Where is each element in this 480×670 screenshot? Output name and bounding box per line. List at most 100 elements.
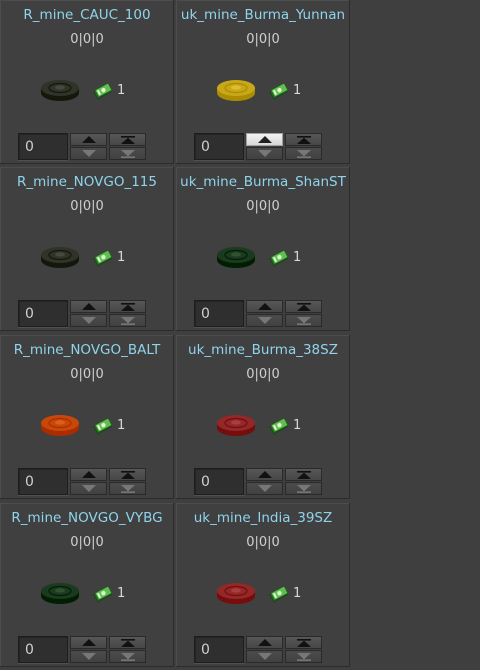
arrow-up-icon <box>257 303 272 310</box>
unit-counts: 0|0|0 <box>70 535 104 550</box>
unit-name: R_mine_NOVGO_115 <box>17 174 157 190</box>
unit-name: R_mine_NOVGO_VYBG <box>11 510 163 526</box>
arrow-down-icon <box>81 150 96 157</box>
quantity-input[interactable] <box>194 468 244 495</box>
arrow-down-icon <box>257 653 272 660</box>
increment-max-button[interactable] <box>109 300 146 313</box>
decrement-min-button[interactable] <box>285 147 322 160</box>
unit-card: R_mine_NOVGO_VYBG 0|0|0 1 <box>0 503 174 667</box>
arrow-min-icon <box>296 316 311 325</box>
decrement-min-button[interactable] <box>285 314 322 327</box>
increment-max-button[interactable] <box>285 300 322 313</box>
arrow-up-icon <box>81 136 96 143</box>
mine-icon <box>217 415 255 436</box>
arrow-down-icon <box>257 485 272 492</box>
decrement-min-button[interactable] <box>109 314 146 327</box>
unit-purchase-grid: R_mine_CAUC_100 0|0|0 1 0 uk_mine_Burma_… <box>0 0 480 670</box>
increment-button[interactable] <box>70 468 107 481</box>
arrow-down-icon <box>81 485 96 492</box>
mine-icon <box>217 247 255 268</box>
increment-max-button[interactable] <box>109 133 146 146</box>
increment-button[interactable] <box>246 300 283 313</box>
increment-max-button[interactable] <box>109 636 146 649</box>
decrement-button[interactable] <box>70 314 107 327</box>
mine-icon <box>41 247 79 268</box>
unit-name: uk_mine_Burma_38SZ <box>188 342 338 358</box>
unit-card: R_mine_NOVGO_BALT 0|0|0 1 <box>0 335 174 499</box>
decrement-button[interactable] <box>70 650 107 663</box>
decrement-min-button[interactable] <box>285 650 322 663</box>
arrow-up-icon <box>257 639 272 646</box>
money-icon <box>93 251 113 266</box>
increment-button[interactable] <box>246 468 283 481</box>
arrow-up-icon <box>81 471 96 478</box>
unit-card: R_mine_NOVGO_115 0|0|0 1 <box>0 167 174 331</box>
increment-button[interactable] <box>246 133 283 146</box>
increment-button[interactable] <box>70 300 107 313</box>
quantity-input[interactable] <box>18 636 68 663</box>
arrow-min-icon <box>120 484 135 493</box>
increment-button[interactable] <box>70 636 107 649</box>
arrow-down-icon <box>257 317 272 324</box>
decrement-min-button[interactable] <box>109 482 146 495</box>
arrow-min-icon <box>120 316 135 325</box>
arrow-max-icon <box>296 470 311 479</box>
unit-cost: 1 <box>293 586 302 601</box>
quantity-input[interactable] <box>18 133 68 160</box>
quantity-input[interactable] <box>194 133 244 160</box>
unit-counts: 0|0|0 <box>70 367 104 382</box>
arrow-max-icon <box>296 302 311 311</box>
arrow-up-icon <box>81 303 96 310</box>
decrement-button[interactable] <box>246 314 283 327</box>
unit-name: R_mine_NOVGO_BALT <box>13 342 161 358</box>
unit-counts: 0|0|0 <box>246 199 280 214</box>
mine-icon <box>41 415 79 436</box>
unit-counts: 0|0|0 <box>246 32 280 47</box>
decrement-button[interactable] <box>246 650 283 663</box>
arrow-min-icon <box>120 652 135 661</box>
arrow-up-icon <box>81 639 96 646</box>
mine-icon <box>41 80 79 101</box>
money-icon <box>93 419 113 434</box>
unit-name: uk_mine_Burma_Yunnan <box>180 7 346 23</box>
money-icon <box>269 587 289 602</box>
unit-counts: 0|0|0 <box>246 535 280 550</box>
unit-cost: 1 <box>293 83 302 98</box>
quantity-input[interactable] <box>194 300 244 327</box>
arrow-up-icon <box>257 136 272 143</box>
increment-max-button[interactable] <box>109 468 146 481</box>
arrow-max-icon <box>296 638 311 647</box>
arrow-max-icon <box>296 135 311 144</box>
unit-counts: 0|0|0 <box>70 32 104 47</box>
money-icon <box>93 84 113 99</box>
increment-max-button[interactable] <box>285 468 322 481</box>
unit-cost: 1 <box>293 250 302 265</box>
decrement-button[interactable] <box>246 482 283 495</box>
decrement-min-button[interactable] <box>285 482 322 495</box>
arrow-down-icon <box>81 317 96 324</box>
decrement-button[interactable] <box>246 147 283 160</box>
arrow-min-icon <box>296 652 311 661</box>
unit-counts: 0|0|0 <box>70 199 104 214</box>
increment-button[interactable] <box>246 636 283 649</box>
money-icon <box>93 587 113 602</box>
quantity-input[interactable] <box>194 636 244 663</box>
unit-card: uk_mine_Burma_ShanST 0|0|0 1 <box>176 167 350 331</box>
arrow-min-icon <box>120 149 135 158</box>
mine-icon <box>217 583 255 604</box>
unit-card: uk_mine_India_39SZ 0|0|0 1 <box>176 503 350 667</box>
mine-icon <box>41 583 79 604</box>
decrement-button[interactable] <box>70 482 107 495</box>
increment-max-button[interactable] <box>285 636 322 649</box>
increment-max-button[interactable] <box>285 133 322 146</box>
arrow-max-icon <box>120 638 135 647</box>
decrement-min-button[interactable] <box>109 147 146 160</box>
increment-button[interactable] <box>70 133 107 146</box>
quantity-input[interactable] <box>18 300 68 327</box>
unit-cost: 1 <box>117 418 126 433</box>
unit-cost: 1 <box>117 83 126 98</box>
unit-card: uk_mine_Burma_Yunnan 0|0|0 1 <box>176 0 350 164</box>
decrement-button[interactable] <box>70 147 107 160</box>
quantity-input[interactable] <box>18 468 68 495</box>
decrement-min-button[interactable] <box>109 650 146 663</box>
